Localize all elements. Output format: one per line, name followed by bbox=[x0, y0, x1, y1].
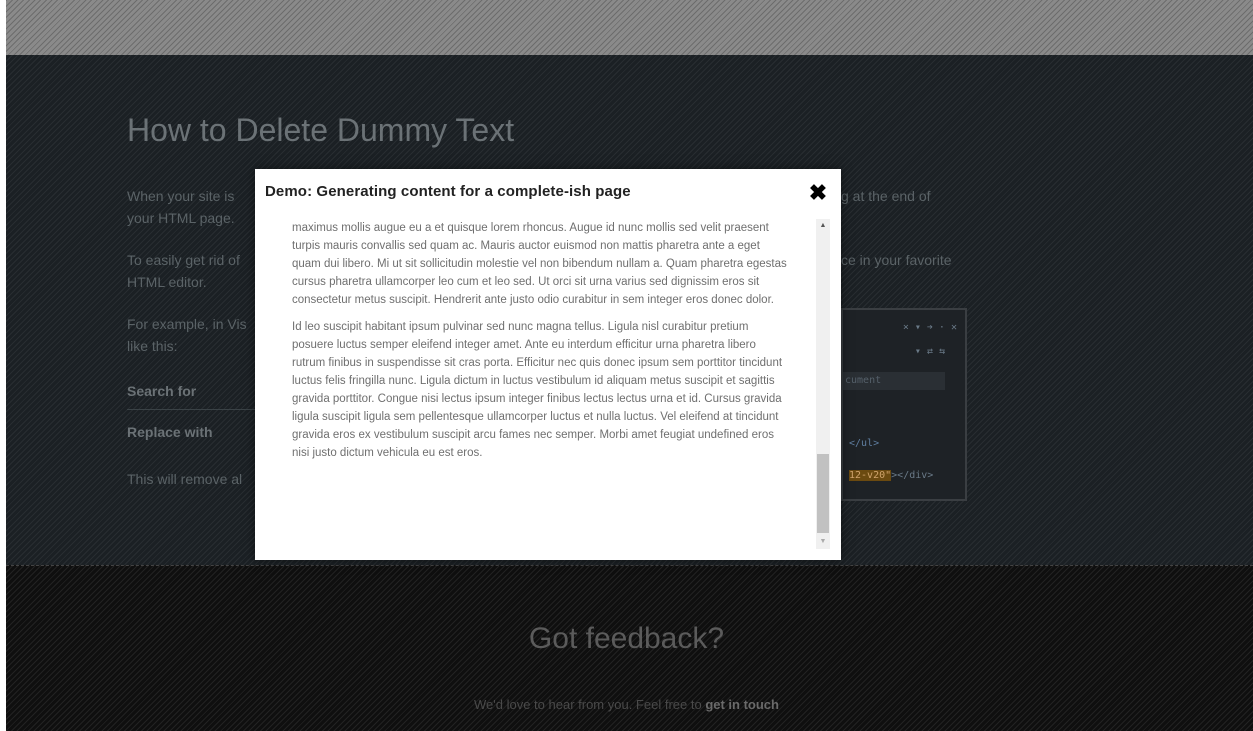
intro-paragraph-right: g at the end of bbox=[841, 188, 931, 204]
demo-modal-dialog: Demo: Generating content for a complete-… bbox=[255, 169, 841, 560]
example-paragraph-line: For example, in Vis bbox=[127, 316, 247, 332]
result-paragraph-line: This will remove al bbox=[127, 471, 243, 487]
editor-scope-dropdown: cument bbox=[843, 372, 945, 390]
modal-body[interactable]: maximus mollis augue eu a et quisque lor… bbox=[292, 219, 788, 549]
divider bbox=[127, 409, 255, 410]
get-in-touch-link[interactable]: get in touch bbox=[705, 697, 779, 712]
chevron-down-icon[interactable]: ▼ bbox=[816, 535, 830, 549]
modal-paragraph: Id leo suscipit habitant ipsum pulvinar … bbox=[292, 321, 783, 459]
editor-code-line: 12-v20"></div> bbox=[849, 470, 933, 481]
modal-scrollbar[interactable]: ▲ ▼ bbox=[816, 219, 830, 549]
editor-screenshot-panel: × ▾ ➔ · ✕ ▾ ⇄ ⇆ cument </ul> 12-v20"></d… bbox=[841, 308, 967, 501]
close-icon[interactable]: ✖ bbox=[808, 181, 828, 205]
feedback-text: We'd love to hear from you. Feel free to… bbox=[0, 697, 1253, 712]
feedback-text-lead: We'd love to hear from you. Feel free to bbox=[474, 697, 702, 712]
modal-title: Demo: Generating content for a complete-… bbox=[265, 183, 631, 200]
editor-highlighted-match: 12-v20" bbox=[849, 470, 892, 481]
editor-toolbar-icons: × ▾ ➔ · ✕ bbox=[902, 322, 957, 333]
replace-with-label: Replace with bbox=[127, 424, 213, 440]
search-for-label: Search for bbox=[127, 383, 197, 399]
chevron-up-icon[interactable]: ▲ bbox=[816, 219, 830, 233]
instruction-paragraph-line: To easily get rid of bbox=[127, 252, 240, 268]
intro-paragraph-line: your HTML page. bbox=[127, 210, 235, 226]
feedback-title: Got feedback? bbox=[528, 622, 725, 655]
editor-option-icons: ▾ ⇄ ⇆ bbox=[914, 346, 945, 357]
intro-paragraph-line: When your site is bbox=[127, 188, 235, 204]
editor-code-tail: ></div> bbox=[891, 470, 934, 481]
top-header-bar bbox=[6, 0, 1253, 55]
instruction-paragraph-right: ce in your favorite bbox=[841, 252, 952, 268]
page-title: How to Delete Dummy Text bbox=[127, 112, 515, 148]
scrollbar-thumb[interactable] bbox=[817, 454, 829, 533]
example-paragraph-line: like this: bbox=[127, 338, 178, 354]
instruction-paragraph-line: HTML editor. bbox=[127, 274, 207, 290]
modal-paragraph: maximus mollis augue eu a et quisque lor… bbox=[292, 222, 787, 306]
editor-code-line: </ul> bbox=[849, 438, 880, 449]
